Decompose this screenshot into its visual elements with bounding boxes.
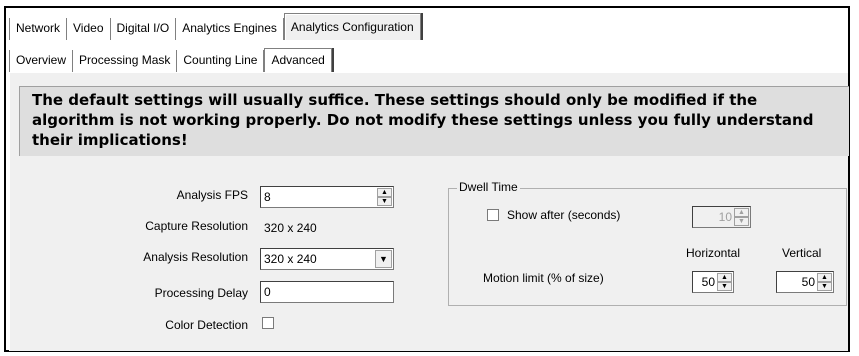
analysis-resolution-label: Analysis Resolution [143,250,248,264]
vertical-limit-spin[interactable]: ▲ ▼ [817,273,832,291]
vertical-limit-stepper[interactable]: 50 ▲ ▼ [776,271,834,293]
analysis-fps-spin[interactable]: ▲ ▼ [377,188,392,206]
tab-analytics-engines[interactable]: Analytics Engines [176,18,284,40]
show-after-spin[interactable]: ▲ ▼ [734,208,749,226]
show-after-stepper[interactable]: 10 ▲ ▼ [692,206,751,228]
color-detection-checkbox[interactable] [262,317,274,329]
tab-analytics-configuration[interactable]: Analytics Configuration [283,13,421,40]
spin-up-icon[interactable]: ▲ [717,273,732,282]
warning-notice: The default settings will usually suffic… [19,86,849,156]
horizontal-limit-spin[interactable]: ▲ ▼ [717,273,732,291]
tab-counting-line[interactable]: Counting Line [177,50,265,72]
processing-delay-label: Processing Delay [154,286,248,300]
horizontal-limit-value: 50 [701,275,715,289]
tab-video[interactable]: Video [67,18,111,40]
tab-overview[interactable]: Overview [9,50,74,72]
tab-processing-mask[interactable]: Processing Mask [73,50,178,72]
tab-digital-io[interactable]: Digital I/O [110,18,177,40]
sub-tab-bar: Overview Processing Mask Counting Line A… [9,48,332,72]
analysis-fps-value: 8 [264,190,271,204]
horizontal-header: Horizontal [686,246,741,260]
spin-up-icon[interactable]: ▲ [734,208,749,217]
spin-down-icon[interactable]: ▼ [717,282,732,291]
vertical-header: Vertical [782,246,822,260]
spin-down-icon[interactable]: ▼ [817,282,832,291]
spin-up-icon[interactable]: ▲ [817,273,832,282]
show-after-value: 10 [718,210,732,224]
chevron-down-icon[interactable]: ▼ [375,250,392,268]
tab-advanced[interactable]: Advanced [264,48,332,72]
show-after-checkbox[interactable] [487,209,499,221]
dwell-time-title: Dwell Time [457,180,520,194]
tab-network[interactable]: Network [9,18,68,40]
motion-limit-label: Motion limit (% of size) [483,271,604,285]
capture-resolution-label: Capture Resolution [145,219,248,233]
main-tab-bar: Network Video Digital I/O Analytics Engi… [9,13,421,40]
analysis-resolution-select[interactable]: 320 x 240 ▼ [260,248,394,270]
show-after-label: Show after (seconds) [507,208,621,222]
horizontal-limit-stepper[interactable]: 50 ▲ ▼ [692,271,734,293]
spin-down-icon[interactable]: ▼ [377,197,392,206]
color-detection-label: Color Detection [165,318,248,332]
analysis-fps-stepper[interactable]: 8 ▲ ▼ [260,186,394,208]
analysis-fps-label: Analysis FPS [176,188,248,202]
spin-up-icon[interactable]: ▲ [377,188,392,197]
spin-down-icon[interactable]: ▼ [734,217,749,226]
processing-delay-input[interactable]: 0 [260,281,394,303]
analysis-resolution-value: 320 x 240 [264,252,317,266]
capture-resolution-field: 320 x 240 [260,217,394,239]
vertical-limit-value: 50 [801,275,815,289]
